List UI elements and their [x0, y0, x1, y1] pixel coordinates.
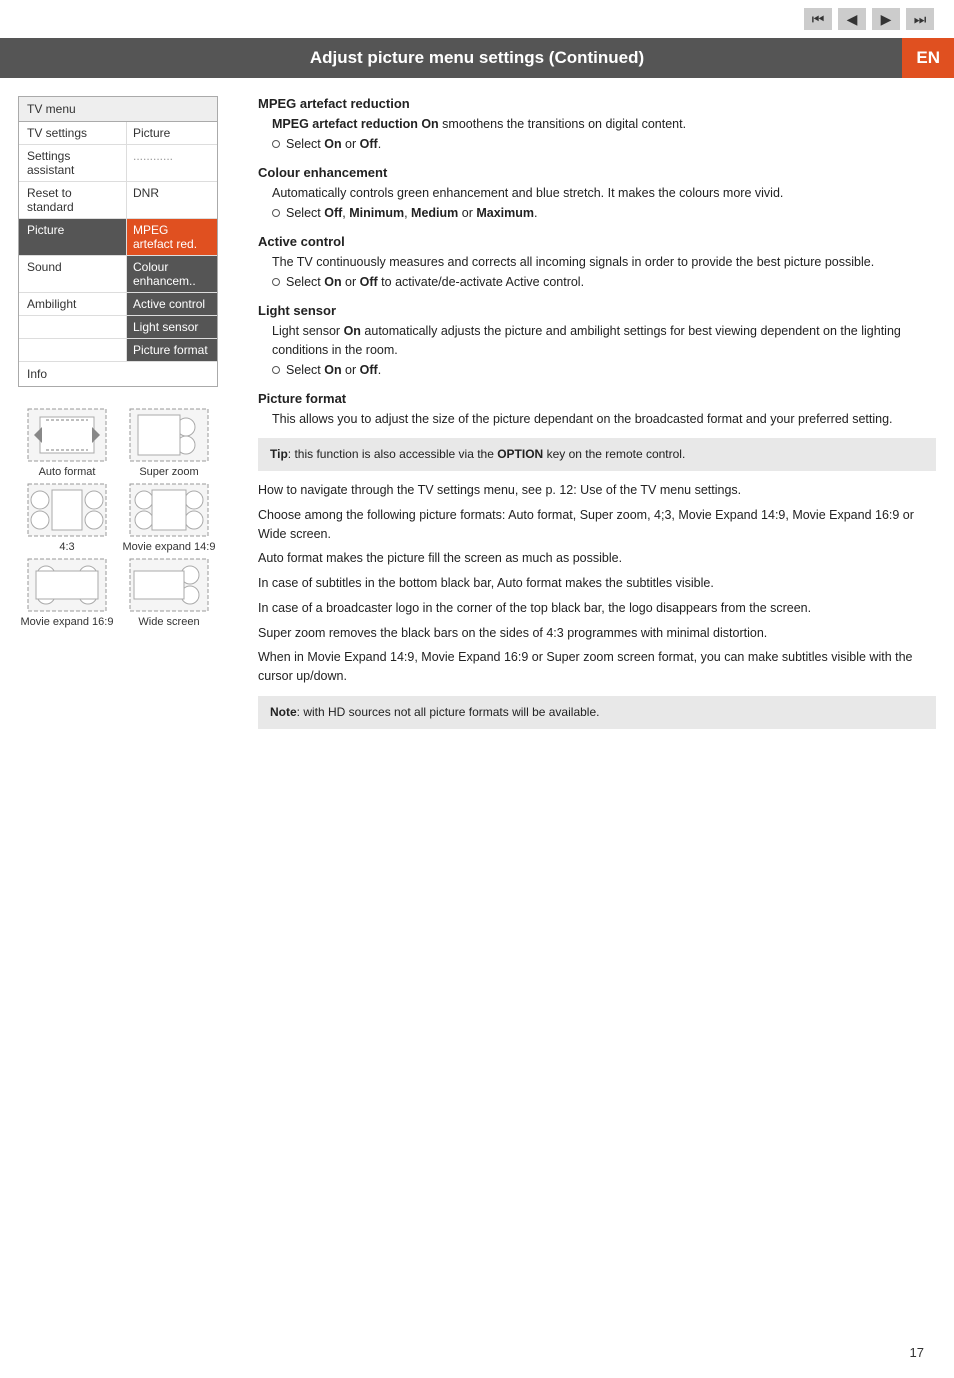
diagram-four-three: 4:3: [18, 482, 116, 553]
menu-label-settings-assistant[interactable]: Settings assistant: [19, 145, 127, 181]
auto-format-svg: [26, 407, 108, 463]
diagram-movie-149: Movie expand 14:9: [120, 482, 218, 553]
tv-menu-row: Light sensor: [19, 316, 217, 339]
lang-badge: EN: [902, 38, 954, 78]
menu-value-active-control[interactable]: Active control: [127, 293, 217, 315]
menu-value-mpeg[interactable]: MPEG artefact red.: [127, 219, 217, 255]
menu-label-empty1: [19, 316, 127, 338]
tv-menu-row: Settings assistant ............: [19, 145, 217, 182]
format-diagrams: Auto format Super zoom: [18, 407, 218, 628]
section-title-active: Active control: [258, 234, 936, 249]
menu-value-settings-assistant: ............: [127, 145, 217, 181]
menu-value-dnr[interactable]: DNR: [127, 182, 217, 218]
right-panel: MPEG artefact reduction MPEG artefact re…: [238, 96, 936, 739]
para-navigate: How to navigate through the TV settings …: [258, 481, 936, 500]
left-panel: TV menu TV settings Picture Settings ass…: [18, 96, 238, 739]
diagram-super-zoom: Super zoom: [120, 407, 218, 478]
diagram-movie-169: Movie expand 16:9: [18, 557, 116, 628]
menu-label-ambilight[interactable]: Ambilight: [19, 293, 127, 315]
diagram-grid: Auto format Super zoom: [18, 407, 218, 628]
wide-screen-svg: [128, 557, 210, 613]
bullet-circle: [272, 209, 280, 217]
tv-menu-box: TV menu TV settings Picture Settings ass…: [18, 96, 218, 387]
tip-label: Tip: [270, 447, 288, 461]
diagram-four-three-label: 4:3: [59, 541, 74, 553]
page-title: Adjust picture menu settings (Continued): [310, 48, 644, 67]
para-superzoom: Super zoom removes the black bars on the…: [258, 624, 936, 643]
section-title-colour: Colour enhancement: [258, 165, 936, 180]
bullet-active: Select On or Off to activate/de-activate…: [272, 275, 936, 289]
menu-info-row[interactable]: Info: [19, 362, 217, 386]
movie-169-svg: [26, 557, 108, 613]
tv-menu-row: Ambilight Active control: [19, 293, 217, 316]
para-formats: Choose among the following picture forma…: [258, 506, 936, 544]
diagram-movie-169-label: Movie expand 16:9: [21, 616, 114, 628]
diagram-super-zoom-label: Super zoom: [139, 466, 198, 478]
menu-value-picture[interactable]: Picture: [127, 122, 217, 144]
tip-box: Tip: this function is also accessible vi…: [258, 438, 936, 471]
nav-controls: ⏮ ◀ ▶ ⏭: [804, 8, 934, 30]
diagram-wide-screen-label: Wide screen: [138, 616, 199, 628]
bullet-mpeg: Select On or Off.: [272, 137, 936, 151]
top-nav: ⏮ ◀ ▶ ⏭: [0, 0, 954, 38]
tv-menu-row: Sound Colour enhancem..: [19, 256, 217, 293]
note-label: Note: [270, 705, 297, 719]
tv-menu-row: Picture format: [19, 339, 217, 362]
movie-149-svg: [128, 482, 210, 538]
menu-label-tv-settings[interactable]: TV settings: [19, 122, 127, 144]
section-body-light: Light sensor On automatically adjusts th…: [272, 322, 936, 358]
nav-next-button[interactable]: ▶: [872, 8, 900, 30]
nav-last-button[interactable]: ⏭: [906, 8, 934, 30]
section-body-colour: Automatically controls green enhancement…: [272, 184, 936, 202]
tv-menu-row: Reset to standard DNR: [19, 182, 217, 219]
main-content: TV menu TV settings Picture Settings ass…: [0, 78, 954, 749]
section-body-mpeg: MPEG artefact reduction On smoothens the…: [272, 115, 936, 133]
section-body-active: The TV continuously measures and correct…: [272, 253, 936, 271]
four-three-svg: [26, 482, 108, 538]
diagram-auto-format-label: Auto format: [39, 466, 96, 478]
menu-label-sound[interactable]: Sound: [19, 256, 127, 292]
menu-value-picture-format[interactable]: Picture format: [127, 339, 217, 361]
diagram-auto-format: Auto format: [18, 407, 116, 478]
tv-menu-row-picture: Picture MPEG artefact red.: [19, 219, 217, 256]
tv-menu-title: TV menu: [19, 97, 217, 122]
nav-first-button[interactable]: ⏮: [804, 8, 832, 30]
note-box: Note: with HD sources not all picture fo…: [258, 696, 936, 729]
diagram-wide-screen: Wide screen: [120, 557, 218, 628]
menu-value-light-sensor[interactable]: Light sensor: [127, 316, 217, 338]
diagram-movie-149-label: Movie expand 14:9: [123, 541, 216, 553]
super-zoom-svg: [128, 407, 210, 463]
section-title-picture-format: Picture format: [258, 391, 936, 406]
para-auto-format: Auto format makes the picture fill the s…: [258, 549, 936, 568]
para-subtitles: In case of subtitles in the bottom black…: [258, 574, 936, 593]
menu-label-empty2: [19, 339, 127, 361]
nav-prev-button[interactable]: ◀: [838, 8, 866, 30]
section-title-mpeg: MPEG artefact reduction: [258, 96, 936, 111]
para-cursor: When in Movie Expand 14:9, Movie Expand …: [258, 648, 936, 686]
bullet-circle: [272, 278, 280, 286]
bullet-circle: [272, 140, 280, 148]
menu-label-reset[interactable]: Reset to standard: [19, 182, 127, 218]
section-body-picture-format: This allows you to adjust the size of th…: [272, 410, 936, 428]
menu-value-colour[interactable]: Colour enhancem..: [127, 256, 217, 292]
para-logo: In case of a broadcaster logo in the cor…: [258, 599, 936, 618]
page-title-bar: Adjust picture menu settings (Continued)…: [0, 38, 954, 78]
bullet-light: Select On or Off.: [272, 363, 936, 377]
bullet-colour: Select Off, Minimum, Medium or Maximum.: [272, 206, 936, 220]
bullet-circle: [272, 366, 280, 374]
page-number: 17: [910, 1345, 924, 1360]
tv-menu-row: TV settings Picture: [19, 122, 217, 145]
menu-label-picture[interactable]: Picture: [19, 219, 127, 255]
section-title-light: Light sensor: [258, 303, 936, 318]
